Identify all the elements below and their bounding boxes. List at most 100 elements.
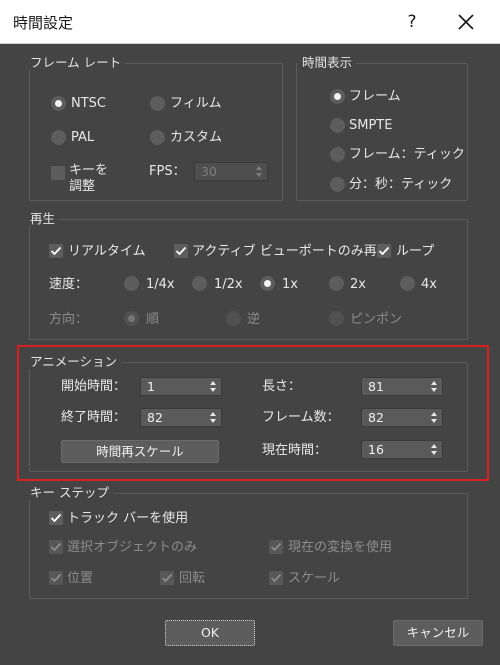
checkmark-icon — [175, 246, 187, 256]
custom-label: カスタム — [170, 130, 223, 145]
direction-pingpong-radio[interactable] — [329, 311, 344, 326]
direction-forward-label: 順 — [146, 312, 160, 327]
checkmark-icon — [270, 573, 282, 583]
checkmark-icon — [50, 542, 62, 552]
adjust-keys-label-1: キーを — [69, 163, 109, 178]
use-current-transform-label: 現在の変換を使用 — [288, 540, 393, 555]
speed-quarter-radio[interactable] — [124, 276, 139, 291]
checkmark-icon — [50, 513, 62, 523]
time-display-legend: 時間表示 — [298, 56, 357, 70]
start-time-spinner[interactable]: 1 — [140, 377, 222, 396]
checkmark-icon — [161, 573, 173, 583]
speed-4x-radio[interactable] — [400, 276, 415, 291]
ok-button[interactable]: OK — [165, 620, 255, 646]
animation-legend: アニメーション — [26, 355, 122, 369]
direction-reverse-radio[interactable] — [226, 311, 241, 326]
spinner-arrows-icon — [256, 166, 262, 177]
speed-2x-radio[interactable] — [329, 276, 344, 291]
end-time-spinner[interactable]: 82 — [140, 408, 222, 427]
speed-2x-label: 2x — [350, 277, 366, 292]
active-viewport-checkbox[interactable] — [174, 244, 188, 258]
checkmark-icon — [270, 542, 282, 552]
smpte-radio[interactable] — [330, 118, 345, 133]
checkmark-icon — [50, 246, 62, 256]
current-time-spinner[interactable]: 16 — [361, 440, 443, 459]
cancel-button[interactable]: キャンセル — [393, 620, 483, 646]
min-sec-tick-label: 分：秒：ティック — [349, 177, 453, 192]
help-button[interactable]: ? — [400, 10, 424, 34]
active-viewport-label: アクティブ ビューポートのみ再生 — [192, 244, 390, 259]
loop-checkbox[interactable] — [377, 244, 391, 258]
window-title: 時間設定 — [13, 14, 74, 32]
frame-tick-label: フレーム：ティック — [349, 147, 465, 162]
film-label: フィルム — [170, 96, 222, 111]
direction-pingpong-label: ピンポン — [350, 312, 403, 327]
rotation-checkbox[interactable] — [160, 571, 174, 585]
position-checkbox[interactable] — [49, 571, 63, 585]
spinner-arrows-icon — [210, 381, 216, 392]
current-time-label: 現在時間： — [262, 443, 328, 458]
frame-display-label: フレーム — [349, 89, 401, 104]
spinner-arrows-icon — [210, 412, 216, 423]
frame-display-radio[interactable] — [330, 89, 345, 104]
start-time-value: 1 — [147, 379, 155, 394]
spinner-arrows-icon — [431, 412, 437, 423]
close-button[interactable] — [452, 8, 480, 36]
selected-objects-only-label: 選択オブジェクトのみ — [67, 540, 198, 555]
playback-legend: 再生 — [26, 212, 60, 226]
adjust-keys-label-2: 調整 — [69, 179, 96, 194]
use-trackbar-label: トラック バーを使用 — [67, 511, 189, 526]
checkmark-icon — [378, 246, 390, 256]
speed-quarter-label: 1/4x — [146, 277, 175, 292]
speed-1x-radio[interactable] — [260, 276, 275, 291]
direction-label: 方向： — [49, 312, 89, 327]
length-value: 81 — [368, 379, 384, 394]
key-steps-legend: キー ステップ — [26, 486, 113, 500]
direction-forward-radio[interactable] — [124, 311, 139, 326]
speed-label: 速度： — [49, 277, 89, 292]
realtime-label: リアルタイム — [68, 244, 146, 259]
fps-spinner[interactable]: 30 — [194, 162, 268, 181]
speed-half-radio[interactable] — [192, 276, 207, 291]
frame-tick-radio[interactable] — [330, 147, 345, 162]
direction-reverse-label: 逆 — [247, 312, 261, 327]
rescale-time-button[interactable]: 時間再スケール — [61, 440, 219, 463]
close-icon — [458, 14, 474, 30]
speed-half-label: 1/2x — [214, 277, 243, 292]
smpte-label: SMPTE — [349, 118, 393, 133]
use-current-transform-checkbox[interactable] — [269, 540, 283, 554]
spinner-arrows-icon — [431, 381, 437, 392]
frame-count-value: 82 — [368, 410, 384, 425]
title-bar: 時間設定 ? — [0, 0, 500, 44]
realtime-checkbox[interactable] — [49, 244, 63, 258]
current-time-value: 16 — [368, 442, 384, 457]
position-label: 位置 — [67, 571, 94, 586]
use-trackbar-checkbox[interactable] — [49, 511, 63, 525]
selected-objects-only-checkbox[interactable] — [49, 540, 63, 554]
ntsc-radio[interactable] — [51, 96, 66, 111]
frame-count-label: フレーム数： — [262, 410, 340, 425]
speed-1x-label: 1x — [282, 277, 298, 292]
end-time-label: 終了時間： — [61, 410, 127, 425]
frame-count-spinner[interactable]: 82 — [361, 408, 443, 427]
adjust-keys-checkbox[interactable] — [51, 166, 65, 180]
rotation-label: 回転 — [179, 571, 206, 586]
ntsc-label: NTSC — [71, 96, 106, 111]
speed-4x-label: 4x — [421, 277, 437, 292]
length-spinner[interactable]: 81 — [361, 377, 443, 396]
custom-radio[interactable] — [150, 130, 165, 145]
spinner-arrows-icon — [431, 444, 437, 455]
film-radio[interactable] — [150, 96, 165, 111]
loop-label: ループ — [396, 244, 435, 259]
scale-label: スケール — [288, 571, 341, 586]
fps-label: FPS： — [149, 164, 186, 179]
pal-radio[interactable] — [51, 130, 66, 145]
pal-label: PAL — [71, 130, 95, 145]
scale-checkbox[interactable] — [269, 571, 283, 585]
end-time-value: 82 — [147, 410, 163, 425]
min-sec-tick-radio[interactable] — [330, 177, 345, 192]
length-label: 長さ： — [262, 379, 302, 394]
frame-rate-legend: フレーム レート — [26, 56, 126, 70]
checkmark-icon — [50, 573, 62, 583]
start-time-label: 開始時間： — [61, 379, 127, 394]
